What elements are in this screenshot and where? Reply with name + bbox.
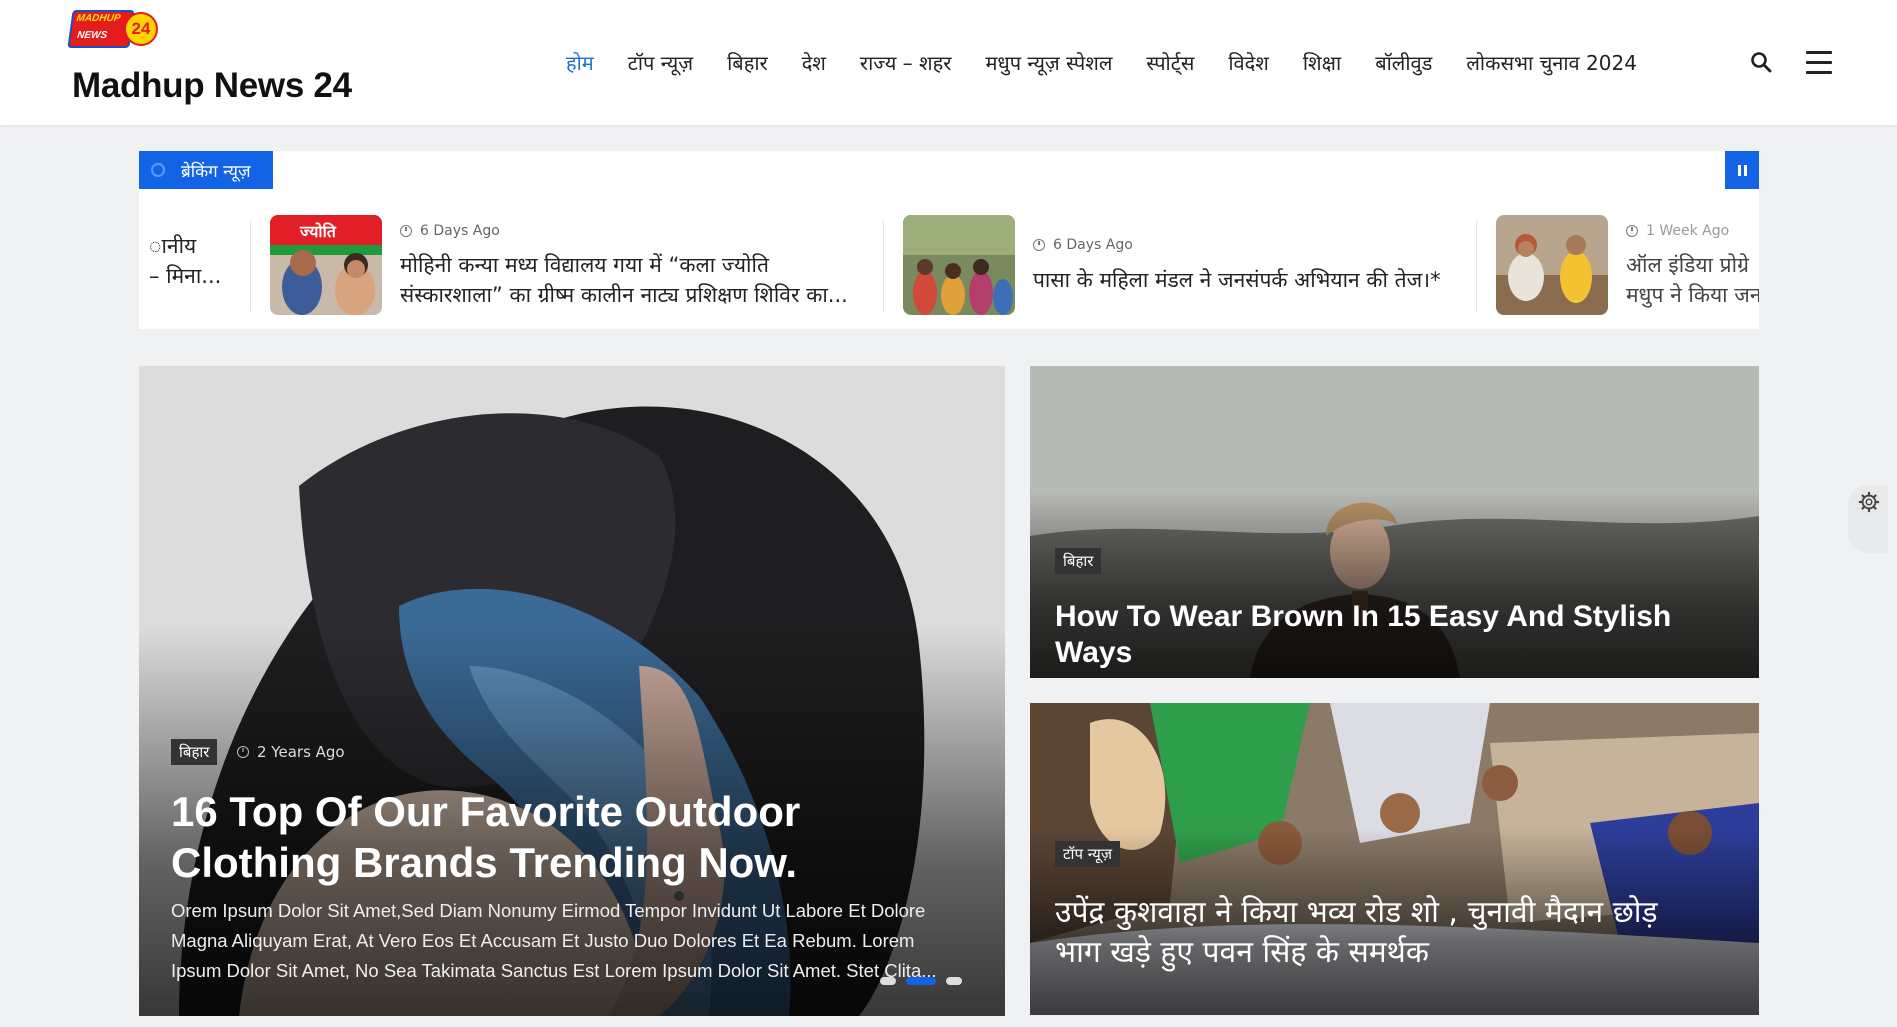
- slider-dot[interactable]: [880, 977, 896, 985]
- slider-dot-active[interactable]: [906, 977, 936, 985]
- nav-bihar[interactable]: बिहार: [727, 49, 768, 76]
- ticker-item-time: 6 Days Ago: [1033, 237, 1133, 253]
- logo-text-top: MADHUP: [75, 13, 122, 24]
- nav-madhup-special[interactable]: मधुप न्यूज़ स्पेशल: [985, 49, 1112, 76]
- ticker-item-time: 1 Week Ago: [1626, 223, 1729, 239]
- site-header: MADHUP NEWS 24 Madhup News 24 होम टॉप न्…: [0, 0, 1897, 125]
- featured-excerpt: Orem Ipsum Dolor Sit Amet,Sed Diam Nonum…: [171, 900, 937, 981]
- ticker-item-title: पासा के महिला मंडल ने जनसंपर्क अभियान की…: [1033, 268, 1441, 292]
- logo-text-bottom: NEWS: [76, 30, 108, 41]
- clock-icon: [237, 746, 249, 758]
- side-top-title[interactable]: How To Wear Brown In 15 Easy And Stylish…: [1055, 599, 1745, 671]
- ticker-thumbnail: ज्योति: [270, 215, 382, 315]
- news-ticker: ानीय – मिना... ज्योति 6 Days Ago मोहिनी …: [139, 215, 1759, 319]
- svg-text:ज्योति: ज्योति: [299, 222, 337, 241]
- clock-icon: [1626, 225, 1638, 237]
- featured-time: 2 Years Ago: [237, 743, 345, 761]
- category-badge[interactable]: बिहार: [171, 739, 218, 765]
- ticker-item-title: ानीय: [149, 234, 197, 258]
- side-bottom-title[interactable]: उपेंद्र कुशवाहा ने किया भव्य रोड शो , चु…: [1055, 893, 1745, 973]
- ticker-item[interactable]: ज्योति 6 Days Ago मोहिनी कन्या मध्य विद्…: [270, 215, 860, 319]
- ticker-item[interactable]: ानीय – मिना...: [139, 215, 249, 319]
- nav-sports[interactable]: स्पोर्ट्स: [1146, 49, 1194, 76]
- ticker-pause-button[interactable]: [1725, 151, 1759, 189]
- ticker-item-title: संस्कारशाला” का ग्रीष्म कालीन नाट्य प्रश…: [400, 283, 848, 307]
- site-title[interactable]: Madhup News 24: [72, 66, 352, 106]
- nav-shiksha[interactable]: शिक्षा: [1303, 49, 1341, 76]
- gear-icon: [1858, 491, 1880, 513]
- nav-bollywood[interactable]: बॉलीवुड: [1375, 49, 1432, 76]
- side-post-card-top[interactable]: बिहार How To Wear Brown In 15 Easy And S…: [1030, 366, 1759, 678]
- search-icon[interactable]: [1749, 50, 1773, 74]
- ticker-item-title: – मिना...: [149, 264, 222, 288]
- nav-rajya-shahar[interactable]: राज्य – शहर: [860, 49, 952, 76]
- breaking-label-text: ब्रेकिंग न्यूज़: [181, 161, 251, 182]
- nav-home[interactable]: होम: [566, 49, 594, 76]
- featured-post-card[interactable]: बिहार 2 Years Ago 16 Top Of Our Favorite…: [139, 366, 1005, 1016]
- slider-dot[interactable]: [946, 977, 962, 985]
- hamburger-menu-icon[interactable]: [1806, 51, 1832, 74]
- slider-dots: [870, 977, 962, 985]
- side-post-card-bottom[interactable]: टॉप न्यूज़ उपेंद्र कुशवाहा ने किया भव्य …: [1030, 703, 1759, 1015]
- ticker-item[interactable]: 6 Days Ago पासा के महिला मंडल ने जनसंपर्…: [903, 215, 1463, 319]
- category-badge[interactable]: बिहार: [1055, 548, 1102, 574]
- ticker-item-time: 6 Days Ago: [400, 223, 500, 239]
- breaking-icon: [151, 163, 165, 177]
- site-logo[interactable]: MADHUP NEWS 24: [67, 8, 160, 50]
- ticker-item[interactable]: 1 Week Ago ऑल इंडिया प्रोग्रे मधुप ने कि…: [1476, 215, 1759, 319]
- nav-videsh[interactable]: विदेश: [1228, 49, 1269, 76]
- nav-top-news[interactable]: टॉप न्यूज़: [628, 49, 693, 76]
- ticker-item-title: मधुप ने किया जन: [1626, 283, 1759, 307]
- category-badge[interactable]: टॉप न्यूज़: [1055, 841, 1120, 867]
- clock-icon: [1033, 239, 1045, 251]
- featured-title[interactable]: 16 Top Of Our Favorite Outdoor Clothing …: [171, 786, 800, 888]
- settings-toggle[interactable]: [1848, 485, 1888, 553]
- ticker-item-title: मोहिनी कन्या मध्य विद्यालय गया में “कला …: [400, 253, 769, 277]
- ticker-divider: [250, 221, 251, 311]
- nav-loksabha[interactable]: लोकसभा चुनाव 2024: [1466, 49, 1637, 76]
- nav-desh[interactable]: देश: [802, 49, 826, 76]
- ticker-divider: [883, 221, 884, 311]
- clock-icon: [400, 225, 412, 237]
- logo-number: 24: [124, 12, 158, 46]
- breaking-news-bar: ब्रेकिंग न्यूज़ ानीय – मिना... ज्योति 6 …: [139, 151, 1759, 329]
- main-nav: होम टॉप न्यूज़ बिहार देश राज्य – शहर मधु…: [566, 44, 1671, 80]
- ticker-item-title: ऑल इंडिया प्रोग्रे: [1626, 253, 1749, 277]
- breaking-news-label: ब्रेकिंग न्यूज़: [139, 151, 273, 189]
- ticker-thumbnail: [1496, 215, 1608, 315]
- ticker-thumbnail: [903, 215, 1015, 315]
